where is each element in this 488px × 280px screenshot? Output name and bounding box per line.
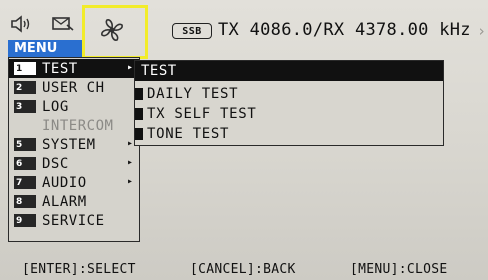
mail-icon[interactable] bbox=[50, 14, 76, 34]
item-number-badge: 8 bbox=[14, 195, 36, 208]
menu-item-audio[interactable]: 7 AUDIO ▸ bbox=[9, 173, 139, 192]
mode-badge: SSB bbox=[172, 23, 212, 39]
frequency-readout: TX 4086.0/RX 4378.00 kHz bbox=[218, 20, 471, 40]
submenu-item-tx-self-test[interactable]: TX SELF TEST bbox=[135, 104, 257, 123]
menu-item-alarm[interactable]: 8 ALARM bbox=[9, 192, 139, 211]
submenu-item-label: TX SELF TEST bbox=[147, 105, 257, 122]
radio-display-screen: SSB TX 4086.0/RX 4378.00 kHz › MENU 1 TE… bbox=[0, 0, 488, 280]
submenu-title: TEST bbox=[135, 61, 443, 81]
item-number-badge: 3 bbox=[14, 100, 36, 113]
menu-item-user-ch[interactable]: 2 USER CH bbox=[9, 78, 139, 97]
menu-item-label: SERVICE bbox=[42, 212, 105, 229]
menu-item-log[interactable]: 3 LOG bbox=[9, 97, 139, 116]
bullet-icon bbox=[135, 87, 143, 100]
submenu-arrow-icon: ▸ bbox=[126, 138, 133, 149]
edge-mark: › bbox=[477, 22, 487, 40]
menu-item-label: ALARM bbox=[42, 193, 87, 210]
soft-key-footer: [ENTER]:SELECT [CANCEL]:BACK [MENU]:CLOS… bbox=[0, 262, 488, 280]
bullet-icon bbox=[135, 107, 143, 120]
submenu-item-label: DAILY TEST bbox=[147, 85, 239, 102]
menu-item-test[interactable]: 1 TEST ▸ bbox=[9, 59, 139, 78]
menu-item-label: DSC bbox=[42, 155, 69, 172]
menu-item-label: LOG bbox=[42, 98, 69, 115]
item-number-badge: 7 bbox=[14, 176, 36, 189]
menu-item-intercom: INTERCOM bbox=[9, 116, 139, 135]
item-number-badge: 1 bbox=[14, 62, 36, 75]
submenu-item-label: TONE TEST bbox=[147, 125, 230, 142]
enter-select-hint: [ENTER]:SELECT bbox=[22, 262, 136, 277]
menu-item-label: TEST bbox=[42, 60, 78, 77]
fan-icon[interactable] bbox=[98, 16, 126, 44]
menu-item-service[interactable]: 9 SERVICE bbox=[9, 211, 139, 230]
menu-close-hint: [MENU]:CLOSE bbox=[350, 262, 448, 277]
speaker-icon[interactable] bbox=[8, 14, 36, 34]
item-number-badge: 9 bbox=[14, 214, 36, 227]
menu-item-label: AUDIO bbox=[42, 174, 87, 191]
main-menu-panel: 1 TEST ▸ 2 USER CH 3 LOG INTERCOM 5 SYST… bbox=[8, 57, 140, 242]
item-number-badge: 2 bbox=[14, 81, 36, 94]
status-bar: SSB TX 4086.0/RX 4378.00 kHz › bbox=[0, 0, 488, 59]
menu-item-label: USER CH bbox=[42, 79, 105, 96]
menu-item-dsc[interactable]: 6 DSC ▸ bbox=[9, 154, 139, 173]
bullet-icon bbox=[135, 127, 143, 140]
submenu-item-daily-test[interactable]: DAILY TEST bbox=[135, 84, 238, 103]
cancel-back-hint: [CANCEL]:BACK bbox=[190, 262, 296, 277]
item-number-badge: 5 bbox=[14, 138, 36, 151]
menu-item-system[interactable]: 5 SYSTEM ▸ bbox=[9, 135, 139, 154]
submenu-arrow-icon: ▸ bbox=[126, 176, 133, 187]
test-submenu-panel: TEST DAILY TEST TX SELF TEST TONE TEST bbox=[134, 60, 444, 146]
menu-item-label: SYSTEM bbox=[42, 136, 96, 153]
item-number-badge: 6 bbox=[14, 157, 36, 170]
submenu-item-tone-test[interactable]: TONE TEST bbox=[135, 124, 229, 143]
menu-item-label: INTERCOM bbox=[42, 117, 114, 134]
submenu-arrow-icon: ▸ bbox=[126, 157, 133, 168]
submenu-arrow-icon: ▸ bbox=[126, 62, 133, 73]
menu-title: MENU bbox=[8, 40, 82, 57]
